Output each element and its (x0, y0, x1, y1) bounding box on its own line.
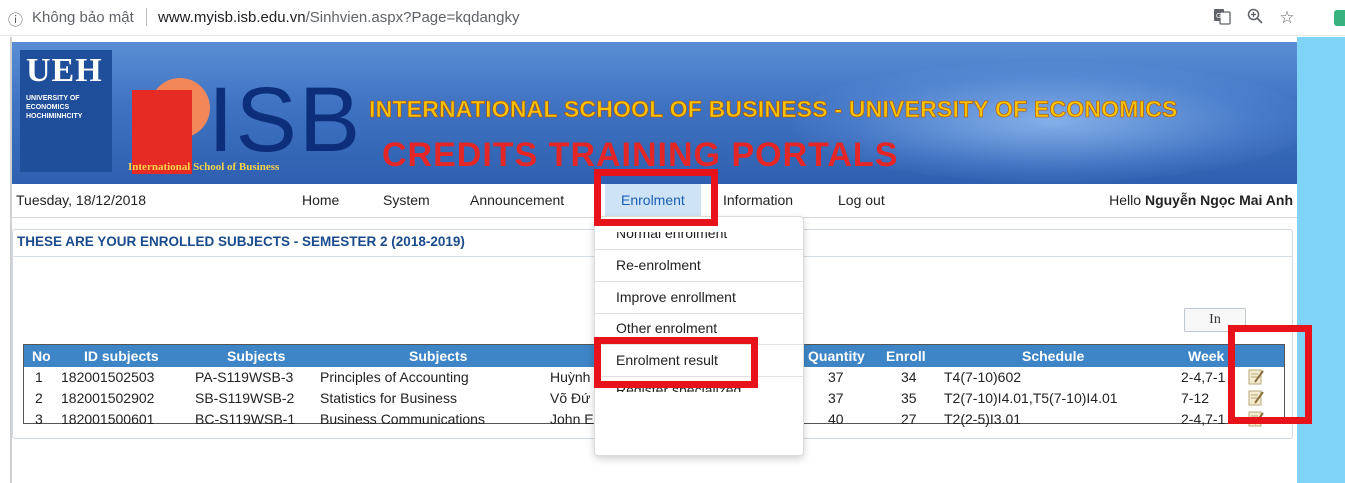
nav-home[interactable]: Home (302, 192, 339, 208)
cell-schedule: T2(7-10)I4.01,T5(7-10)I4.01 (944, 390, 1118, 406)
url-host: www.myisb.isb.edu.vn (158, 9, 306, 26)
browser-address-bar: ⓘ Không bảo mật www.myisb.isb.edu.vn/Sin… (0, 0, 1345, 36)
cell-week: 7-12 (1181, 390, 1210, 406)
page: UEH UNIVERSITY OF ECONOMICS HOCHIMINHCIT… (0, 37, 1345, 483)
cell-name: Business Communications (320, 411, 485, 427)
security-label: Không bảo mật (32, 9, 134, 26)
cell-code: BC-S119WSB-1 (195, 411, 296, 427)
url-field[interactable]: www.myisb.isb.edu.vn/Sinhvien.aspx?Page=… (158, 9, 519, 26)
translate-icon[interactable]: G (1211, 7, 1233, 29)
nav-announcement[interactable]: Announcement (470, 192, 564, 208)
cell-id: 182001502503 (61, 369, 155, 385)
cell-week: 2-4,7-1 (1181, 369, 1226, 385)
cell-id: 182001500601 (61, 411, 155, 427)
nav-system[interactable]: System (383, 192, 430, 208)
menu-divider (595, 281, 803, 282)
cell-name: Principles of Accounting (320, 369, 469, 385)
greeting-label: Hello (1109, 192, 1142, 208)
isb-tagline: International School of Business (128, 161, 280, 173)
user-name: Nguyễn Ngọc Mai Anh (1144, 192, 1293, 208)
highlight-edit-icons (1228, 325, 1312, 424)
cell-code: PA-S119WSB-3 (195, 369, 294, 385)
cell-lecturer: John E (550, 411, 594, 427)
nav-information[interactable]: Information (723, 192, 793, 208)
menu-divider (595, 249, 803, 250)
menu-normal-enrolment[interactable]: Normal enrolment (616, 232, 727, 241)
isb-logo-text: ISB (208, 69, 363, 171)
cell-enroll: 35 (901, 390, 917, 406)
current-date: Tuesday, 18/12/2018 (16, 192, 146, 208)
header-id-subjects: ID subjects (84, 348, 159, 364)
nav-logout[interactable]: Log out (838, 192, 885, 208)
menu-other-enrolment[interactable]: Other enrolment (616, 320, 717, 336)
cell-quantity: 37 (828, 369, 844, 385)
enrolment-dropdown-menu: Normal enrolment Re-enrolment Improve en… (594, 216, 804, 456)
menu-re-enrolment[interactable]: Re-enrolment (616, 257, 701, 273)
cell-no: 2 (35, 390, 43, 406)
zoom-icon[interactable] (1244, 7, 1266, 29)
highlight-enrolment-result (594, 337, 758, 388)
cell-quantity: 37 (828, 390, 844, 406)
highlight-enrolment-menu (594, 169, 718, 226)
cell-no: 1 (35, 369, 43, 385)
extension-icon[interactable] (1334, 10, 1345, 26)
cell-week: 2-4,7-1 (1181, 411, 1226, 427)
ueh-logo-subtitle: UNIVERSITY OF ECONOMICS HOCHIMINHCITY (26, 95, 83, 120)
cell-enroll: 34 (901, 369, 917, 385)
cell-code: SB-S119WSB-2 (195, 390, 295, 406)
user-greeting: Hello Nguyễn Ngọc Mai Anh (1109, 192, 1293, 208)
header-quantity: Quantity (808, 348, 865, 364)
address-separator (146, 8, 147, 26)
banner-school-title: INTERNATIONAL SCHOOL OF BUSINESS - UNIVE… (369, 96, 1178, 123)
panel-title: THESE ARE YOUR ENROLLED SUBJECTS - SEMES… (17, 234, 465, 249)
cell-no: 3 (35, 411, 43, 427)
header-subject-name: Subjects (409, 348, 468, 364)
header-week: Week (1188, 348, 1225, 364)
cell-schedule: T2(2-5)I3.01 (944, 411, 1022, 427)
cell-quantity: 40 (828, 411, 844, 427)
url-path: /Sinhvien.aspx?Page=kqdangky (305, 9, 520, 26)
cell-id: 182001502902 (61, 390, 155, 406)
svg-text:G: G (1216, 13, 1221, 20)
portal-banner: UEH UNIVERSITY OF ECONOMICS HOCHIMINHCIT… (12, 42, 1297, 184)
menu-divider (595, 313, 803, 314)
header-enroll: Enroll (886, 348, 926, 364)
star-icon[interactable]: ☆ (1276, 7, 1298, 29)
header-subject-code: Subjects (227, 348, 286, 364)
menu-improve-enrollment[interactable]: Improve enrollment (616, 289, 736, 305)
info-circle-icon[interactable]: ⓘ (8, 9, 23, 30)
header-schedule: Schedule (1022, 348, 1085, 364)
ueh-logo-title: UEH (26, 52, 103, 89)
cell-lecturer: Võ Đứ (550, 390, 591, 406)
cell-name: Statistics for Business (320, 390, 457, 406)
cell-lecturer: Huỳnh (550, 369, 591, 385)
ueh-logo: UEH UNIVERSITY OF ECONOMICS HOCHIMINHCIT… (20, 50, 112, 172)
cell-enroll: 27 (901, 411, 917, 427)
header-no: No (32, 348, 51, 364)
cell-schedule: T4(7-10)602 (944, 369, 1022, 385)
